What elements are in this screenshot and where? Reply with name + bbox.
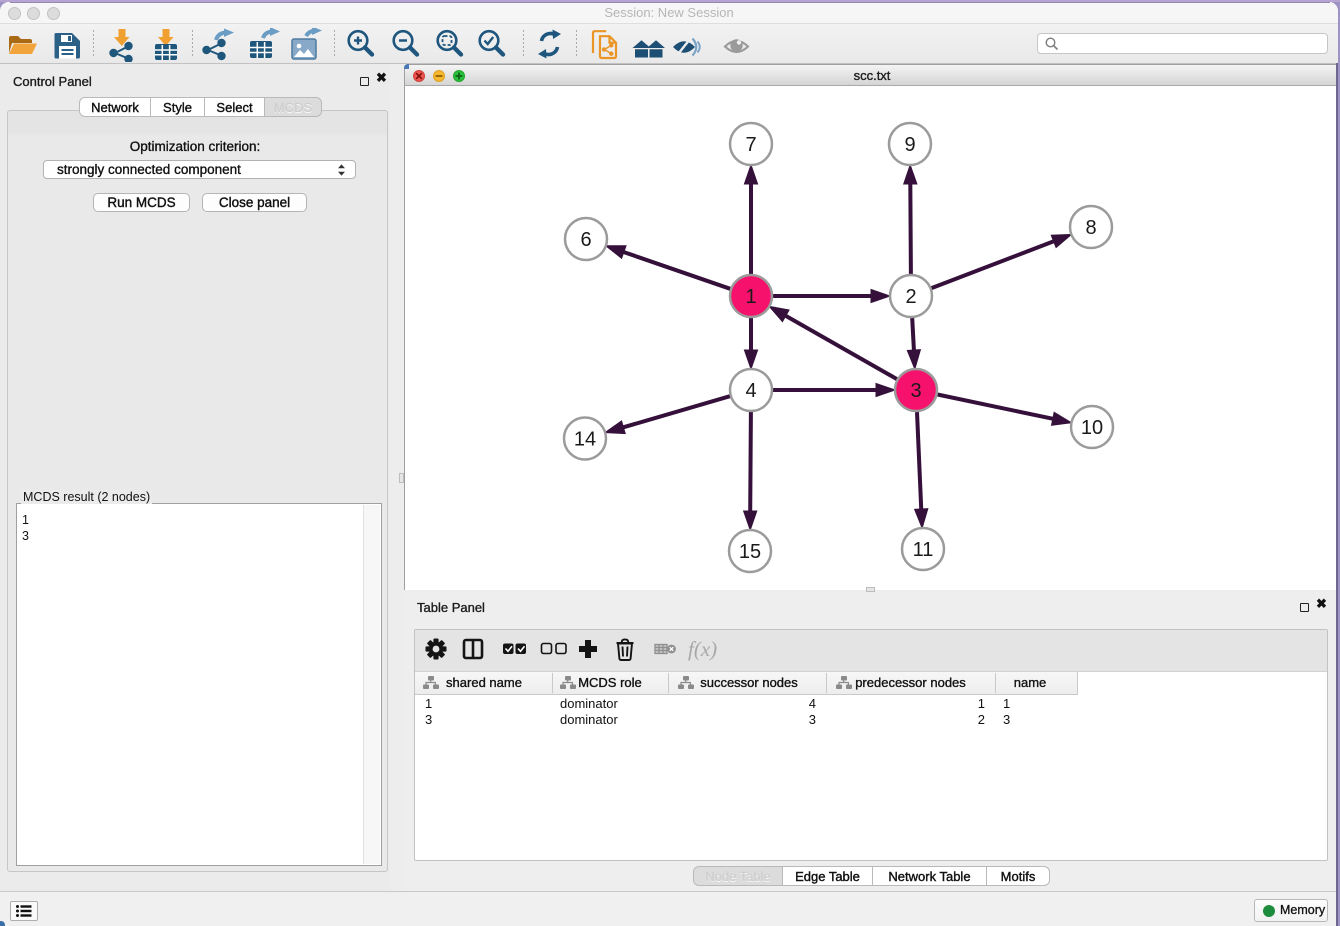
svg-text:9: 9 — [904, 134, 915, 156]
svg-text:6: 6 — [580, 229, 591, 251]
svg-text:7: 7 — [745, 134, 756, 156]
svg-text:1: 1 — [745, 286, 756, 308]
svg-text:2: 2 — [905, 286, 916, 308]
svg-text:15: 15 — [739, 541, 761, 563]
svg-text:11: 11 — [913, 539, 934, 561]
svg-text:f(x): f(x) — [688, 637, 717, 661]
svg-text:8: 8 — [1085, 217, 1096, 239]
svg-text:10: 10 — [1081, 417, 1103, 439]
svg-text:3: 3 — [910, 380, 921, 402]
svg-text:14: 14 — [574, 429, 596, 451]
svg-text:4: 4 — [745, 380, 756, 402]
